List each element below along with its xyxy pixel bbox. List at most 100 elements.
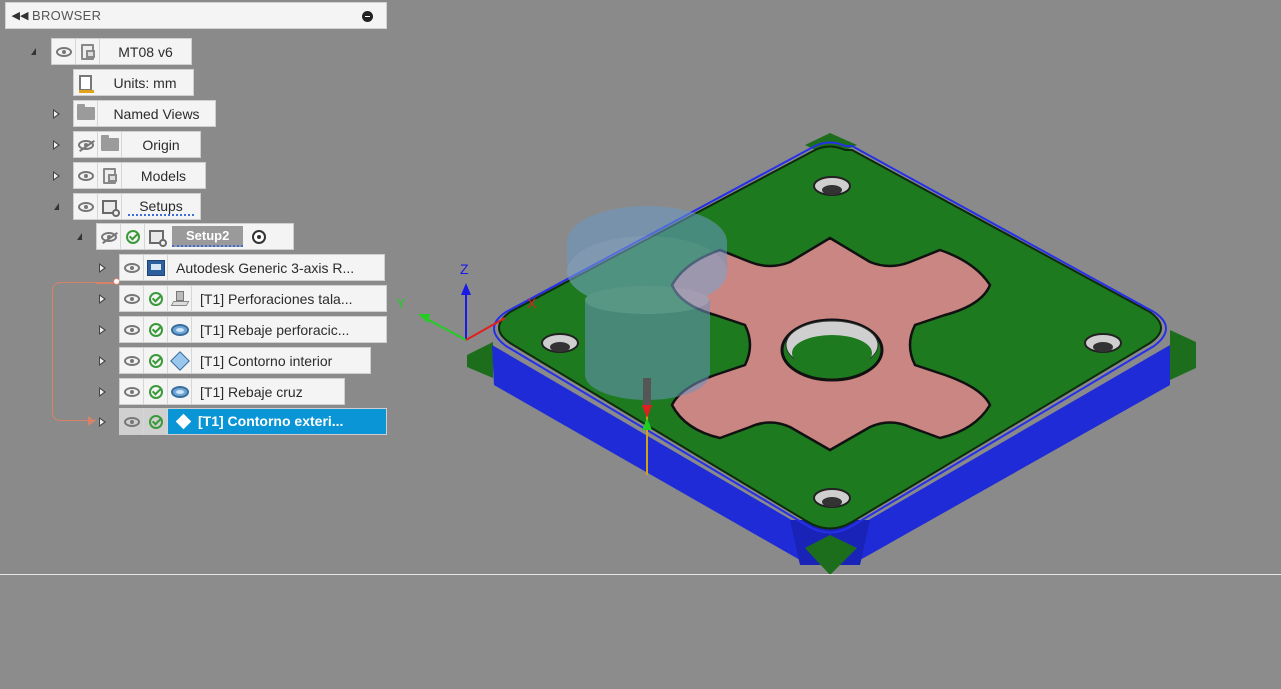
setup-icon-cell: [145, 224, 168, 249]
tree-node-body[interactable]: Named Views: [73, 100, 216, 127]
axis-label-y: Y: [396, 295, 406, 311]
radio-target-icon: [251, 229, 266, 244]
visibility-toggle[interactable]: [52, 39, 76, 64]
folder-icon-cell: [98, 132, 122, 157]
browser-header: ◀◀ BROWSER: [5, 2, 387, 29]
eye-icon: [55, 46, 72, 57]
expanded-triangle-icon: [30, 47, 36, 55]
tree-node-body[interactable]: MT08 v6: [51, 38, 192, 65]
tree-node-label: Models: [140, 167, 187, 184]
tree-node-body[interactable]: Origin: [73, 131, 201, 158]
visibility-toggle[interactable]: [97, 224, 121, 249]
check-circle-icon: [148, 353, 163, 368]
collapsed-triangle-icon: [52, 109, 60, 119]
tool-holder: [567, 206, 727, 400]
tree-node-label: [T1] Rebaje cruz: [200, 383, 303, 400]
expand-toggle[interactable]: [96, 293, 108, 305]
status-cell: [121, 224, 145, 249]
tree-node-body[interactable]: Setup2: [96, 223, 294, 250]
machine-icon: [146, 259, 165, 276]
y-axis-line: [424, 317, 467, 341]
expand-toggle[interactable]: [50, 170, 62, 182]
visibility-toggle[interactable]: [120, 255, 144, 280]
visibility-toggle[interactable]: [120, 317, 144, 342]
operation-link-bracket: [52, 282, 96, 421]
expand-toggle[interactable]: [96, 416, 108, 428]
eye-icon: [123, 262, 140, 273]
component-icon-cell: [76, 39, 100, 64]
tree-node-label: Autodesk Generic 3-axis R...: [176, 259, 355, 276]
collapsed-triangle-icon: [98, 356, 106, 366]
visibility-toggle[interactable]: [74, 132, 98, 157]
eye-icon: [123, 293, 140, 304]
tree-node-body[interactable]: [T1] Contorno exteri...: [119, 408, 387, 435]
eye-hidden-icon: [100, 231, 117, 242]
tree-node-body[interactable]: [T1] Perforaciones tala...: [119, 285, 387, 312]
activate-toggle[interactable]: [247, 224, 270, 249]
expanded-triangle-icon: [53, 202, 59, 210]
component-icon: [103, 167, 117, 184]
tree-node-label: [T1] Contorno interior: [200, 352, 333, 369]
pocket-operation-icon: [170, 385, 189, 398]
operation-icon-cell: [168, 286, 192, 311]
status-cell: [144, 348, 168, 373]
stock-corner-left: [467, 342, 493, 378]
tree-node-label: [T1] Rebaje perforacic...: [200, 321, 350, 338]
visibility-toggle[interactable]: [120, 409, 144, 434]
eye-icon: [123, 416, 140, 427]
stock-corner-right: [1170, 330, 1196, 380]
double-chevron-left-icon[interactable]: ◀◀: [8, 9, 32, 22]
collapsed-triangle-icon: [98, 294, 106, 304]
tree-node-body[interactable]: Units: mm: [73, 69, 194, 96]
collapsed-triangle-icon: [98, 325, 106, 335]
selected-label-area[interactable]: [T1] Contorno exteri...: [168, 409, 386, 434]
expand-toggle[interactable]: [27, 46, 39, 58]
component-icon-cell: [98, 163, 122, 188]
operation-icon-cell: [168, 413, 198, 430]
visibility-toggle[interactable]: [120, 348, 144, 373]
z-axis-arrow: [461, 283, 471, 295]
check-circle-icon: [125, 229, 140, 244]
check-circle-icon: [148, 384, 163, 399]
expand-toggle[interactable]: [96, 324, 108, 336]
expand-toggle[interactable]: [96, 262, 108, 274]
document-units-icon: [79, 74, 94, 93]
expand-toggle[interactable]: [50, 108, 62, 120]
status-cell: [144, 286, 168, 311]
tree-node-body[interactable]: [T1] Contorno interior: [119, 347, 371, 374]
folder-icon: [100, 135, 119, 151]
check-circle-icon: [148, 322, 163, 337]
visibility-toggle[interactable]: [120, 379, 144, 404]
expand-toggle[interactable]: [96, 386, 108, 398]
collapsed-triangle-icon: [52, 171, 60, 181]
axis-label-x: X: [527, 295, 537, 311]
expand-toggle[interactable]: [50, 201, 62, 213]
tree-node-body[interactable]: Autodesk Generic 3-axis R...: [119, 254, 385, 281]
visibility-toggle[interactable]: [120, 286, 144, 311]
visibility-toggle[interactable]: [74, 163, 98, 188]
collapsed-triangle-icon: [98, 263, 106, 273]
contour-operation-icon: [175, 413, 191, 430]
eye-icon: [123, 355, 140, 366]
timeline-area: [0, 574, 1281, 689]
setup-icon: [149, 229, 167, 247]
expanded-triangle-icon: [76, 232, 82, 240]
expand-toggle[interactable]: [50, 139, 62, 151]
folder-icon: [76, 104, 95, 120]
status-cell: [144, 317, 168, 342]
tree-node-label: [T1] Perforaciones tala...: [200, 290, 353, 307]
eye-icon: [77, 201, 94, 212]
expand-toggle[interactable]: [96, 355, 108, 367]
document-icon-cell: [74, 70, 97, 95]
tree-node-body[interactable]: Setups: [73, 193, 201, 220]
visibility-toggle[interactable]: [74, 194, 98, 219]
expand-toggle[interactable]: [73, 231, 85, 243]
axis-label-z: Z: [460, 261, 469, 277]
minimize-circle-icon[interactable]: [362, 11, 373, 22]
hole-back: [813, 176, 851, 196]
tree-node-body[interactable]: [T1] Rebaje cruz: [119, 378, 345, 405]
tree-node-body[interactable]: Models: [73, 162, 206, 189]
operation-icon-cell: [168, 379, 192, 404]
operation-link-arrow-icon: [88, 416, 95, 426]
tree-node-body[interactable]: [T1] Rebaje perforacic...: [119, 316, 387, 343]
